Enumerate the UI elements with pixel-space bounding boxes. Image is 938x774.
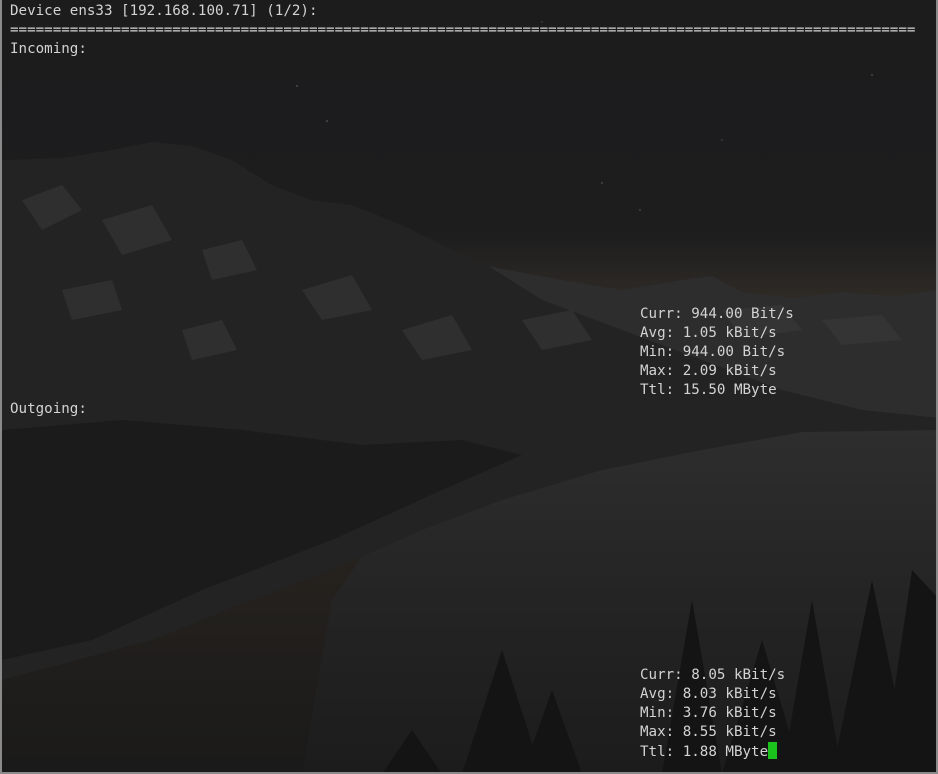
outgoing-label: Outgoing: — [10, 401, 87, 417]
outgoing-max: Max: 8.55 kBit/s — [640, 724, 777, 740]
incoming-avg: Avg: 1.05 kBit/s — [640, 325, 777, 341]
outgoing-min: Min: 3.76 kBit/s — [640, 705, 777, 721]
incoming-ttl: Ttl: 15.50 MByte — [640, 382, 777, 398]
incoming-max: Max: 2.09 kBit/s — [640, 363, 777, 379]
terminal-window[interactable]: Device ens33 [192.168.100.71] (1/2): ===… — [0, 0, 938, 774]
device-header: Device ens33 [192.168.100.71] (1/2): — [10, 3, 318, 19]
incoming-label: Incoming: — [10, 41, 87, 57]
incoming-curr: Curr: 944.00 Bit/s — [640, 306, 794, 322]
outgoing-ttl: Ttl: 1.88 MByte — [640, 744, 769, 760]
outgoing-ttl-row: Ttl: 1.88 MByte — [640, 742, 778, 762]
wallpaper-background — [2, 0, 936, 772]
block-cursor-icon — [768, 742, 778, 759]
incoming-min: Min: 944.00 Bit/s — [640, 344, 786, 360]
outgoing-avg: Avg: 8.03 kBit/s — [640, 686, 777, 702]
header-separator: ========================================… — [10, 22, 916, 38]
outgoing-curr: Curr: 8.05 kBit/s — [640, 667, 786, 683]
